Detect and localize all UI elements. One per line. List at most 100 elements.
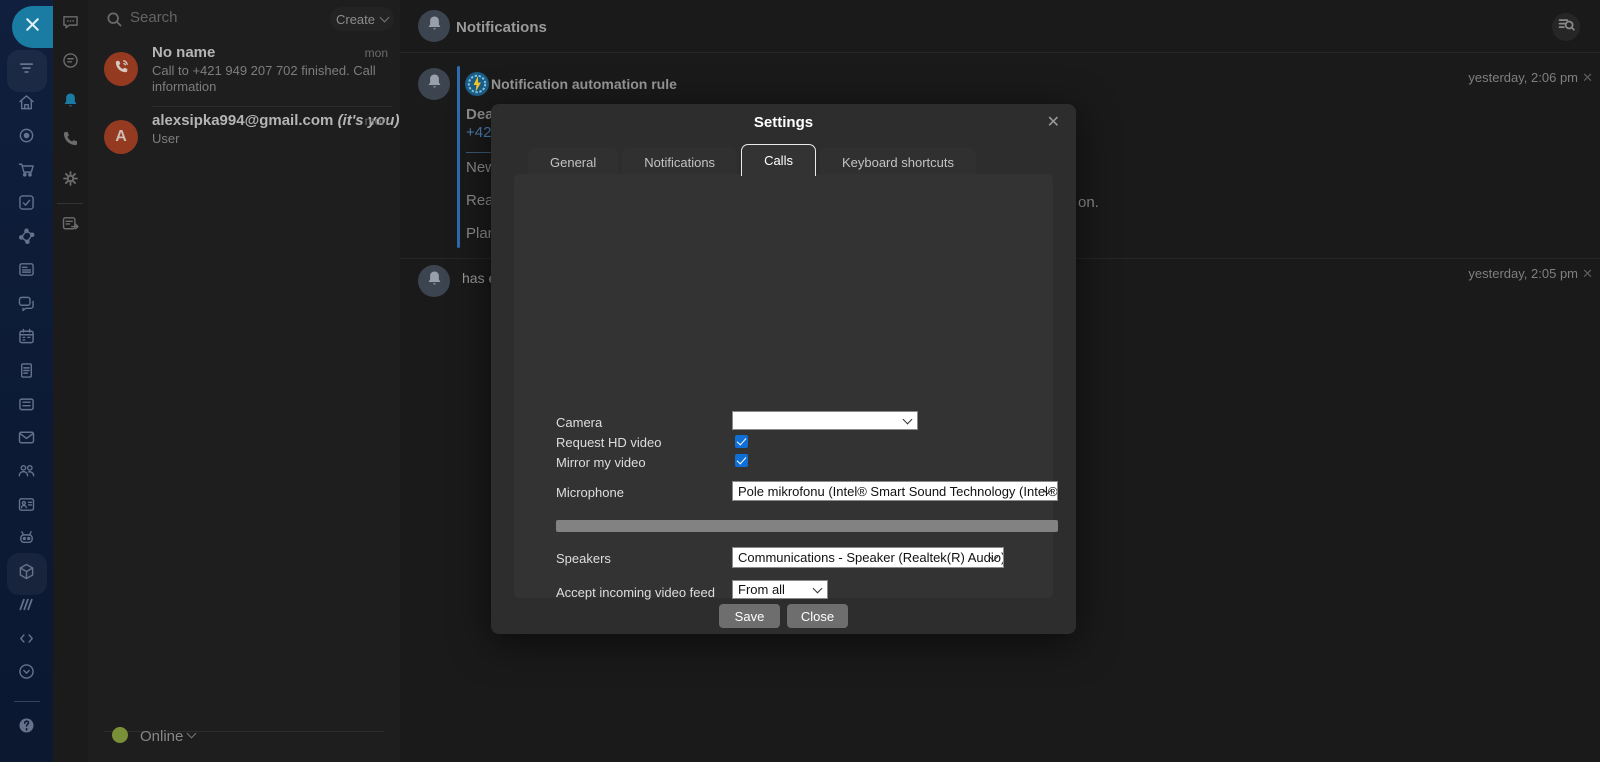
sidebar-item-cube[interactable] <box>0 559 53 589</box>
message-timestamp: yesterday, 2:06 pm <box>1468 70 1578 85</box>
sidebar-item-home[interactable] <box>0 90 53 120</box>
search-bar[interactable]: Search Create <box>88 0 400 38</box>
tab-calls[interactable]: Calls <box>741 144 816 176</box>
settings-modal: Settings ✕ GeneralNotificationsCallsKeyb… <box>491 104 1076 634</box>
rail-item-gear[interactable] <box>53 167 88 195</box>
people-icon <box>16 460 37 486</box>
list-item[interactable]: No nameCall to +421 949 207 702 finished… <box>88 44 400 102</box>
plan-icon <box>60 213 81 239</box>
home-icon <box>16 92 37 118</box>
chat-dots-icon <box>60 12 81 38</box>
sidebar-item-chevron-down-circle[interactable] <box>0 659 53 689</box>
list-item-title: alexsipka994@gmail.com (it's you) <box>152 112 399 129</box>
message-avatar <box>418 265 450 297</box>
list-item-time: mon <box>365 46 388 60</box>
sidebar-item-contact-card[interactable] <box>0 492 53 522</box>
sidebar-item-network[interactable] <box>0 224 53 254</box>
sidebar-item-drawer[interactable] <box>0 391 53 421</box>
list-item[interactable]: Aalexsipka994@gmail.com (it's you)Usermo… <box>88 112 400 170</box>
speakers-label: Speakers <box>556 551 611 566</box>
sidebar-item-calendar[interactable] <box>0 324 53 354</box>
speakers-value: Communications - Speaker (Realtek(R) Aud… <box>738 550 1004 565</box>
rail-item-phone[interactable] <box>53 127 88 155</box>
phone-link-fragment[interactable]: +42 <box>466 124 491 141</box>
rail-item-message-search[interactable] <box>53 49 88 77</box>
sidebar-item-marketing[interactable] <box>0 592 53 622</box>
bell-icon <box>424 268 445 294</box>
search-icon <box>104 9 125 35</box>
sidebar-item-robot[interactable] <box>0 525 53 555</box>
marketing-icon <box>16 594 37 620</box>
drawer-icon <box>16 393 37 419</box>
help-icon <box>16 715 37 741</box>
sidebar-item-cart[interactable] <box>0 157 53 187</box>
settings-tabs: GeneralNotificationsCallsKeyboard shortc… <box>528 146 976 176</box>
network-icon <box>16 226 37 252</box>
bell-icon <box>424 71 445 97</box>
camera-select[interactable] <box>732 411 918 430</box>
sidebar-item-chats[interactable] <box>0 291 53 321</box>
phone-icon <box>60 128 81 154</box>
online-status-dot <box>112 727 128 743</box>
list-item-subtitle: User <box>152 131 380 147</box>
tab-notifications[interactable]: Notifications <box>622 148 737 176</box>
mirror-video-label: Mirror my video <box>556 455 646 470</box>
list-item-title: No name <box>152 44 215 61</box>
sidebar-item-target[interactable] <box>0 123 53 153</box>
dismiss-icon[interactable]: ✕ <box>1582 70 1593 86</box>
request-hd-checkbox[interactable] <box>735 435 748 448</box>
dismiss-icon[interactable]: ✕ <box>1582 266 1593 282</box>
tab-general[interactable]: General <box>528 148 618 176</box>
incoming-video-select[interactable]: From all <box>732 580 828 599</box>
document-icon <box>16 360 37 386</box>
save-button[interactable]: Save <box>719 604 780 628</box>
microphone-label: Microphone <box>556 485 624 500</box>
sidebar-item-feed[interactable] <box>0 257 53 287</box>
camera-label: Camera <box>556 415 602 430</box>
contact-card-icon <box>16 494 37 520</box>
create-button-label: Create <box>336 12 375 27</box>
notification-title: Notification automation rule <box>491 76 677 92</box>
sidebar-item-help[interactable] <box>0 713 53 743</box>
tasks-icon <box>16 192 37 218</box>
sidebar-item-people[interactable] <box>0 458 53 488</box>
sidebar-item-code[interactable] <box>0 626 53 656</box>
feed-icon <box>16 259 37 285</box>
target-icon <box>16 125 37 151</box>
microphone-select[interactable]: Pole mikrofonu (Intel® Smart Sound Techn… <box>732 481 1058 501</box>
bell-icon <box>424 13 445 39</box>
rail-item-plan[interactable] <box>53 212 88 240</box>
sidebar-item-mail[interactable] <box>0 425 53 455</box>
online-status-label[interactable]: Online <box>140 728 183 745</box>
search-in-chat-button[interactable] <box>1552 13 1580 41</box>
quote-bar <box>457 66 460 248</box>
notifications-avatar <box>418 10 450 42</box>
chevron-down-icon <box>380 13 390 23</box>
sidebar-item-document[interactable] <box>0 358 53 388</box>
close-icon[interactable]: ✕ <box>1047 112 1060 132</box>
create-button[interactable]: Create <box>330 7 394 31</box>
notification-list-panel: Search Create No nameCall to +421 949 20… <box>88 0 400 762</box>
main-header: Notifications <box>400 0 1600 53</box>
phone-call-icon <box>111 56 132 82</box>
close-button[interactable]: Close <box>787 604 848 628</box>
message-avatar <box>418 68 450 100</box>
rail-item-bell[interactable] <box>53 89 88 117</box>
chats-icon <box>16 293 37 319</box>
code-icon <box>16 628 37 654</box>
tab-keyboard-shortcuts[interactable]: Keyboard shortcuts <box>820 148 976 176</box>
close-app-button[interactable] <box>12 6 53 48</box>
mic-level-meter <box>556 520 1058 532</box>
chat-search-icon <box>1556 14 1577 40</box>
avatar-letter: A <box>115 128 127 146</box>
sidebar-item-tasks[interactable] <box>0 190 53 220</box>
mirror-video-checkbox[interactable] <box>735 454 748 467</box>
calendar-icon <box>16 326 37 352</box>
automation-rule-icon <box>464 71 490 97</box>
primary-sidebar <box>0 0 53 762</box>
rail-item-chat-dots[interactable] <box>53 11 88 39</box>
avatar <box>104 52 138 86</box>
speakers-select[interactable]: Communications - Speaker (Realtek(R) Aud… <box>732 547 1004 568</box>
bell-icon <box>60 90 81 116</box>
sidebar-item-filter[interactable] <box>0 56 53 86</box>
